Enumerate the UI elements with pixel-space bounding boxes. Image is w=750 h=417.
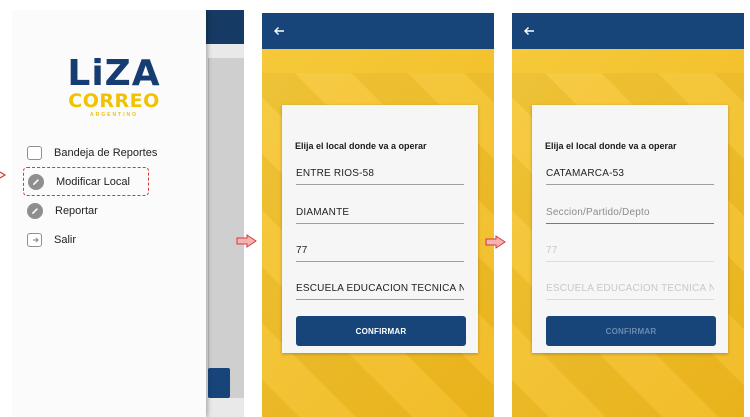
code-field[interactable]: 77 <box>296 242 464 262</box>
province-field[interactable]: ENTRE RIOS-58 <box>296 165 464 185</box>
menu-item-label: Salir <box>54 233 77 246</box>
form-title: Elija el local donde va a operar <box>295 141 427 151</box>
form-title: Elija el local donde va a operar <box>545 141 677 151</box>
province-field[interactable]: CATAMARCA-53 <box>546 165 714 185</box>
menu-item-bandeja[interactable]: Bandeja de Reportes <box>24 138 202 167</box>
app-bar <box>262 13 494 49</box>
school-field[interactable]: ESCUELA EDUCACION TECNICA N <box>546 280 714 300</box>
department-field[interactable]: Seccion/Partido/Depto <box>546 204 714 224</box>
code-field[interactable]: 77 <box>546 242 714 262</box>
app-bar <box>512 13 744 49</box>
logo-sub: CORREO <box>68 90 160 112</box>
select-local-screen-partial: Elija el local donde va a operar CATAMAR… <box>512 13 744 417</box>
select-local-screen-filled: Elija el local donde va a operar ENTRE R… <box>262 13 494 417</box>
flow-arrow-icon <box>236 234 257 248</box>
menu-item-modificar-local[interactable]: Modificar Local <box>23 167 149 196</box>
navigation-drawer: LiZA CORREO ARGENTINO Bandeja de Reporte… <box>12 10 206 417</box>
local-form-card: Elija el local donde va a operar CATAMAR… <box>532 105 728 353</box>
exit-icon <box>27 232 42 247</box>
edit-pencil-icon <box>28 173 44 190</box>
drawer-screen: LiZA CORREO ARGENTINO Bandeja de Reporte… <box>12 10 244 417</box>
logo-tag: ARGENTINO <box>90 112 138 118</box>
drawer-menu: Bandeja de Reportes Modificar Local Repo… <box>23 138 202 254</box>
background-card <box>208 58 244 398</box>
school-field[interactable]: ESCUELA EDUCACION TECNICA N <box>296 280 464 300</box>
inbox-icon <box>27 145 42 160</box>
logo-brand: LiZA <box>67 53 161 94</box>
department-field[interactable]: DIAMANTE <box>296 204 464 224</box>
pointer-marker <box>0 171 7 179</box>
menu-item-label: Bandeja de Reportes <box>54 146 158 159</box>
menu-item-label: Reportar <box>55 204 98 217</box>
confirm-button[interactable]: CONFIRMAR <box>296 316 466 346</box>
menu-item-salir[interactable]: Salir <box>24 225 202 254</box>
app-logo: LiZA CORREO ARGENTINO <box>64 54 164 124</box>
edit-pencil-icon <box>27 202 43 219</box>
back-arrow-icon[interactable] <box>522 24 536 38</box>
menu-item-label: Modificar Local <box>56 175 130 188</box>
menu-item-reportar[interactable]: Reportar <box>24 196 202 225</box>
flow-arrow-icon <box>485 235 506 249</box>
background-button <box>208 368 230 398</box>
local-form-card: Elija el local donde va a operar ENTRE R… <box>282 105 478 353</box>
back-arrow-icon[interactable] <box>272 24 286 38</box>
confirm-button[interactable]: CONFIRMAR <box>546 316 716 346</box>
